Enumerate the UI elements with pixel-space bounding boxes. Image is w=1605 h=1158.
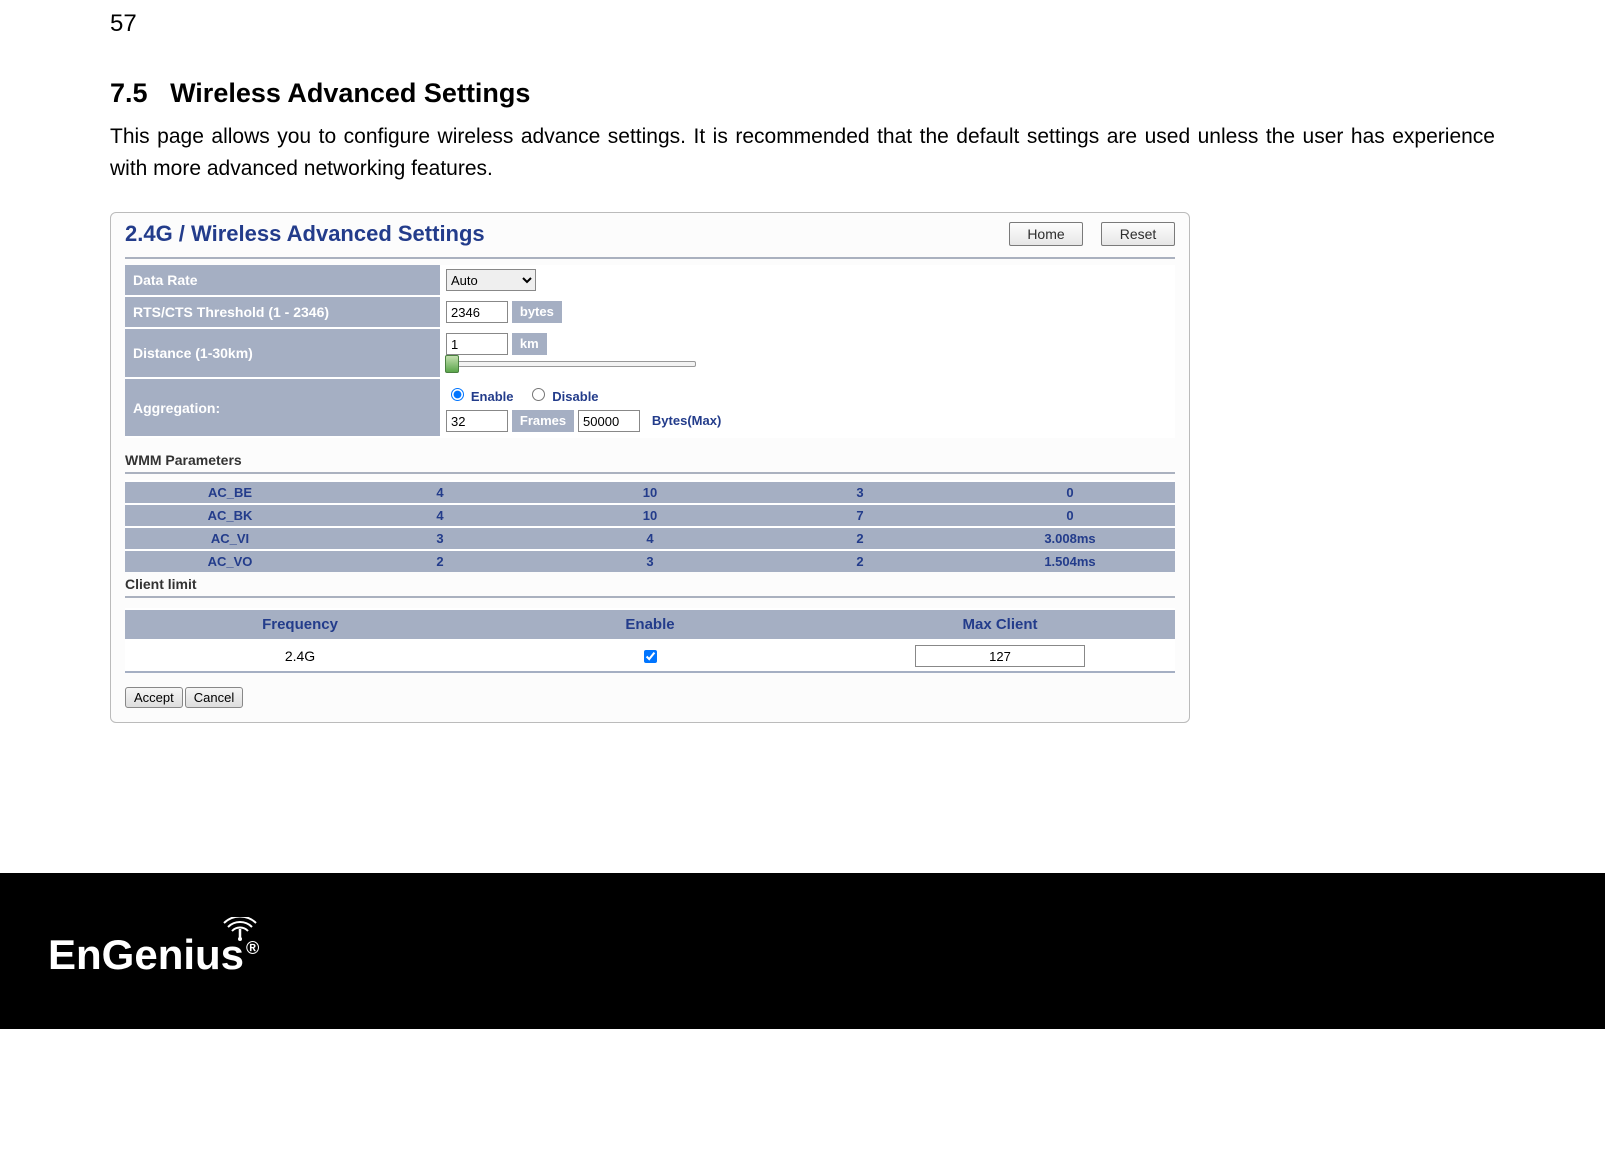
- client-header-max: Max Client: [825, 609, 1175, 640]
- section-number: 7.5: [110, 78, 148, 108]
- aggregation-disable-label: Disable: [552, 389, 598, 404]
- wmm-c1: 4: [335, 481, 545, 504]
- config-panel: 2.4G / Wireless Advanced Settings Home R…: [110, 212, 1190, 723]
- rts-unit: bytes: [512, 301, 562, 323]
- wmm-heading: WMM Parameters: [125, 452, 1175, 468]
- registered-icon: ®: [246, 938, 259, 958]
- config-title: 2.4G / Wireless Advanced Settings: [125, 221, 485, 247]
- section-heading: 7.5 Wireless Advanced Settings: [110, 78, 1495, 109]
- wmm-c3: 3: [755, 481, 965, 504]
- distance-unit: km: [512, 333, 547, 355]
- wmm-row: AC_VO 2 3 2 1.504ms: [125, 550, 1175, 572]
- home-button[interactable]: Home: [1009, 222, 1083, 246]
- data-rate-label: Data Rate: [125, 265, 440, 296]
- section-title: Wireless Advanced Settings: [170, 78, 530, 108]
- section-intro: This page allows you to configure wirele…: [110, 121, 1495, 184]
- aggregation-disable-radio[interactable]: [532, 388, 545, 401]
- aggregation-frames-input[interactable]: [446, 410, 508, 432]
- data-rate-select[interactable]: Auto: [446, 269, 536, 291]
- wmm-c4: 0: [965, 481, 1175, 504]
- client-header-enable: Enable: [475, 609, 825, 640]
- wmm-row: AC_BK 4 10 7 0: [125, 504, 1175, 527]
- client-max-input[interactable]: [915, 645, 1085, 667]
- client-row: 2.4G: [125, 640, 1175, 672]
- client-enable-checkbox[interactable]: [644, 650, 657, 663]
- accept-button[interactable]: Accept: [125, 687, 183, 708]
- distance-slider[interactable]: [446, 361, 696, 367]
- aggregation-label: Aggregation:: [125, 378, 440, 437]
- reset-button[interactable]: Reset: [1101, 222, 1175, 246]
- wmm-name: AC_BE: [125, 481, 335, 504]
- distance-input[interactable]: [446, 333, 508, 355]
- wmm-table: AC_BE 4 10 3 0 AC_BK 4 10 7 0 AC_VI 3 4 …: [125, 480, 1175, 572]
- wmm-c2: 10: [545, 481, 755, 504]
- aggregation-bytes-label: Bytes(Max): [644, 410, 729, 432]
- antenna-icon: [220, 917, 250, 937]
- client-limit-table: Frequency Enable Max Client 2.4G: [125, 608, 1175, 673]
- client-header-freq: Frequency: [125, 609, 475, 640]
- wmm-row: AC_BE 4 10 3 0: [125, 481, 1175, 504]
- client-freq: 2.4G: [125, 640, 475, 672]
- settings-form-table: Data Rate Auto RTS/CTS Threshold (1 - 23…: [125, 265, 1175, 438]
- aggregation-bytes-input[interactable]: [578, 410, 640, 432]
- brand-logo: EnGenius®: [48, 931, 259, 979]
- rts-label: RTS/CTS Threshold (1 - 2346): [125, 296, 440, 328]
- rts-input[interactable]: [446, 301, 508, 323]
- page-number: 57: [110, 10, 1495, 38]
- wmm-row: AC_VI 3 4 2 3.008ms: [125, 527, 1175, 550]
- aggregation-frames-label: Frames: [512, 410, 574, 432]
- cancel-button[interactable]: Cancel: [185, 687, 243, 708]
- aggregation-enable-radio[interactable]: [451, 388, 464, 401]
- distance-label: Distance (1-30km): [125, 328, 440, 378]
- brand-name: EnGenius: [48, 931, 244, 978]
- client-limit-heading: Client limit: [125, 576, 1175, 592]
- aggregation-enable-label: Enable: [471, 389, 514, 404]
